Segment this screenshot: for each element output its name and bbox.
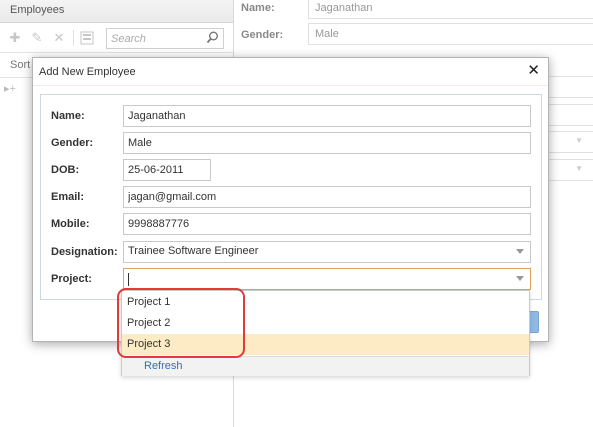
- chevron-down-icon[interactable]: [516, 249, 524, 254]
- mobile-label: Mobile:: [51, 218, 90, 230]
- delete-icon[interactable]: ✕: [52, 31, 66, 45]
- dialog-title: Add New Employee: [33, 58, 548, 86]
- name-field[interactable]: [123, 105, 531, 127]
- tree-expander-icon[interactable]: ▸+: [4, 82, 16, 95]
- close-icon[interactable]: ✕: [527, 63, 540, 79]
- toolbar-divider: [73, 30, 74, 46]
- employee-search[interactable]: [106, 28, 224, 49]
- chevron-down-icon: ▼: [575, 164, 583, 173]
- email-label: Email:: [51, 191, 85, 203]
- chevron-down-icon[interactable]: [516, 276, 524, 281]
- gender-field[interactable]: [123, 132, 531, 154]
- search-input[interactable]: [107, 29, 199, 48]
- designation-label: Designation:: [51, 246, 118, 258]
- details-gender-field[interactable]: Male: [308, 23, 593, 45]
- project-dropdown-list: Project 1 Project 2 Project 3 Refresh: [121, 290, 530, 376]
- designation-value: Trainee Software Engineer: [128, 245, 259, 257]
- gender-label: Gender:: [51, 137, 94, 149]
- dob-label: DOB:: [51, 164, 80, 176]
- refresh-link[interactable]: Refresh: [122, 356, 529, 376]
- dropdown-option-highlighted[interactable]: Project 3: [122, 334, 529, 355]
- dob-field[interactable]: [123, 159, 211, 181]
- add-icon[interactable]: ✚: [8, 31, 22, 45]
- sort-label: Sort: [10, 59, 31, 71]
- dropdown-option[interactable]: Project 1: [122, 292, 529, 313]
- mobile-field[interactable]: [123, 213, 531, 235]
- name-label: Name:: [51, 110, 85, 122]
- project-label: Project:: [51, 273, 92, 285]
- text-caret: [128, 273, 129, 286]
- email-field[interactable]: [123, 186, 531, 208]
- chevron-down-icon: ▼: [575, 136, 583, 145]
- search-icon[interactable]: [206, 31, 219, 44]
- export-icon[interactable]: [80, 31, 94, 45]
- employee-form: Name: Gender: DOB: Email: Mobile: Design…: [40, 94, 542, 300]
- panel-title: Employees: [0, 0, 233, 23]
- details-gender-label: Gender:: [241, 29, 284, 41]
- project-select[interactable]: [123, 268, 531, 290]
- dropdown-option[interactable]: Project 2: [122, 313, 529, 334]
- designation-select[interactable]: Trainee Software Engineer: [123, 241, 531, 263]
- details-name-label: Name:: [241, 2, 275, 14]
- details-name-field[interactable]: Jaganathan: [308, 0, 593, 19]
- edit-icon[interactable]: ✎: [30, 31, 44, 45]
